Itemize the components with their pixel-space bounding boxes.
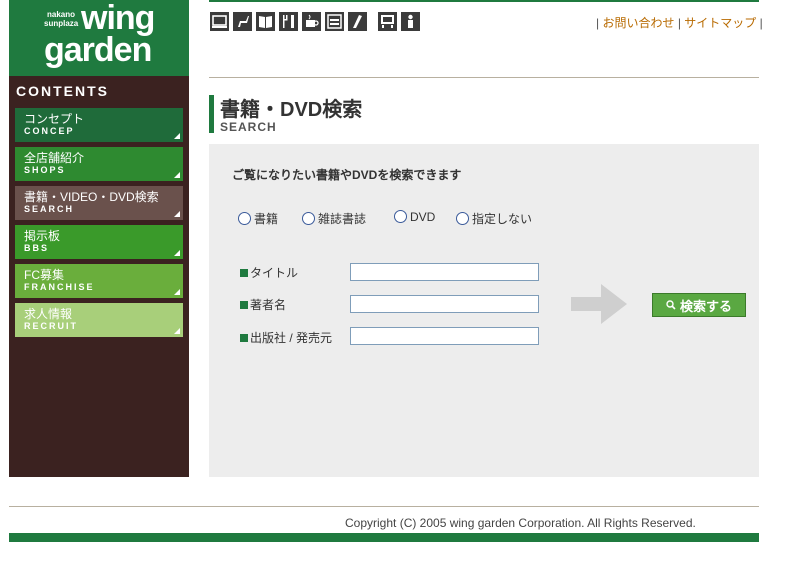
radio-circle-icon — [456, 212, 469, 225]
header-divider — [209, 77, 759, 78]
sitemap-link[interactable]: サイトマップ — [684, 16, 756, 30]
title-input[interactable] — [350, 263, 539, 281]
corner-triangle-icon — [174, 211, 180, 217]
corner-triangle-icon — [174, 289, 180, 295]
title-accent-bar — [209, 95, 214, 133]
sidebar-item-franchise[interactable]: FC募集 FRANCHISE — [15, 264, 183, 298]
footer-divider — [9, 506, 759, 507]
header-links: | お問い合わせ | サイトマップ | — [596, 14, 763, 31]
radio-circle-icon — [394, 210, 407, 223]
sidebar-item-sublabel: FRANCHISE — [24, 282, 95, 292]
logo-small-text: nakano sunplaza — [44, 10, 79, 28]
separator: | — [596, 16, 600, 30]
separator: | — [759, 16, 763, 30]
sidebar-item-sublabel: BBS — [24, 243, 50, 253]
sidebar-item-sublabel: SHOPS — [24, 165, 66, 175]
corner-triangle-icon — [174, 328, 180, 334]
radio-magazines[interactable]: 雑誌書誌 — [302, 210, 366, 227]
top-rule — [209, 0, 759, 2]
radio-books[interactable]: 書籍 — [238, 210, 278, 227]
coffee-icon[interactable] — [302, 12, 321, 31]
sidebar-item-label: 全店舗紹介 — [24, 151, 85, 165]
logo-word-garden: garden — [44, 31, 152, 69]
sidebar-item-label: FC募集 — [24, 268, 64, 282]
page-subtitle: SEARCH — [220, 120, 277, 134]
computer-icon[interactable] — [210, 12, 229, 31]
page-title: 書籍・DVD検索 — [220, 99, 363, 121]
title-field-label: タイトル — [240, 264, 298, 281]
logo[interactable]: nakano sunplaza wing garden — [9, 0, 189, 76]
corner-triangle-icon — [174, 133, 180, 139]
sidebar-item-label: 書籍・VIDEO・DVD検索 — [24, 190, 159, 204]
radio-circle-icon — [302, 212, 315, 225]
bullet-square-icon — [240, 301, 248, 309]
search-intro-text: ご覧になりたい書籍やDVDを検索できます — [232, 168, 462, 182]
book-icon[interactable] — [256, 12, 275, 31]
sidebar-item-sublabel: SEARCH — [24, 204, 75, 214]
author-input[interactable] — [350, 295, 539, 313]
arrow-right-icon — [571, 284, 627, 324]
publisher-field-label: 出版社 / 発売元 — [240, 329, 332, 346]
chair-icon[interactable] — [233, 12, 252, 31]
sidebar-item-label: コンセプト — [24, 112, 85, 126]
sidebar-item-bbs[interactable]: 掲示板 BBS — [15, 225, 183, 259]
sidebar-item-shops[interactable]: 全店舗紹介 SHOPS — [15, 147, 183, 181]
contact-link[interactable]: お問い合わせ — [602, 16, 674, 30]
sidebar-item-sublabel: CONCEP — [24, 126, 75, 136]
shop-icon[interactable] — [378, 12, 397, 31]
sidebar-item-label: 掲示板 — [24, 229, 61, 243]
hairdresser-icon[interactable] — [348, 12, 367, 31]
corner-triangle-icon — [174, 250, 180, 256]
copyright-text: Copyright (C) 2005 wing garden Corporati… — [345, 516, 696, 530]
burger-icon[interactable] — [325, 12, 344, 31]
publisher-input[interactable] — [350, 327, 539, 345]
corner-triangle-icon — [174, 172, 180, 178]
contents-heading: CONTENTS — [16, 83, 109, 99]
search-button[interactable]: 検索する — [652, 293, 746, 317]
magnifier-icon — [666, 300, 676, 310]
sidebar-item-search[interactable]: 書籍・VIDEO・DVD検索 SEARCH — [15, 186, 183, 220]
author-field-label: 著者名 — [240, 296, 286, 313]
radio-unspecified[interactable]: 指定しない — [456, 210, 532, 227]
bullet-square-icon — [240, 269, 248, 277]
search-button-label: 検索する — [679, 298, 732, 314]
sidebar-item-recruit[interactable]: 求人情報 RECRUIT — [15, 303, 183, 337]
separator: | — [677, 16, 681, 30]
restaurant-icon[interactable] — [279, 12, 298, 31]
sidebar-item-concept[interactable]: コンセプト CONCEP — [15, 108, 183, 142]
person-icon[interactable] — [401, 12, 420, 31]
radio-dvd[interactable]: DVD — [394, 210, 435, 224]
sidebar-item-sublabel: RECRUIT — [24, 321, 78, 331]
bullet-square-icon — [240, 334, 248, 342]
sidebar-item-label: 求人情報 — [24, 307, 73, 321]
footer-bar — [9, 533, 759, 542]
radio-circle-icon — [238, 212, 251, 225]
